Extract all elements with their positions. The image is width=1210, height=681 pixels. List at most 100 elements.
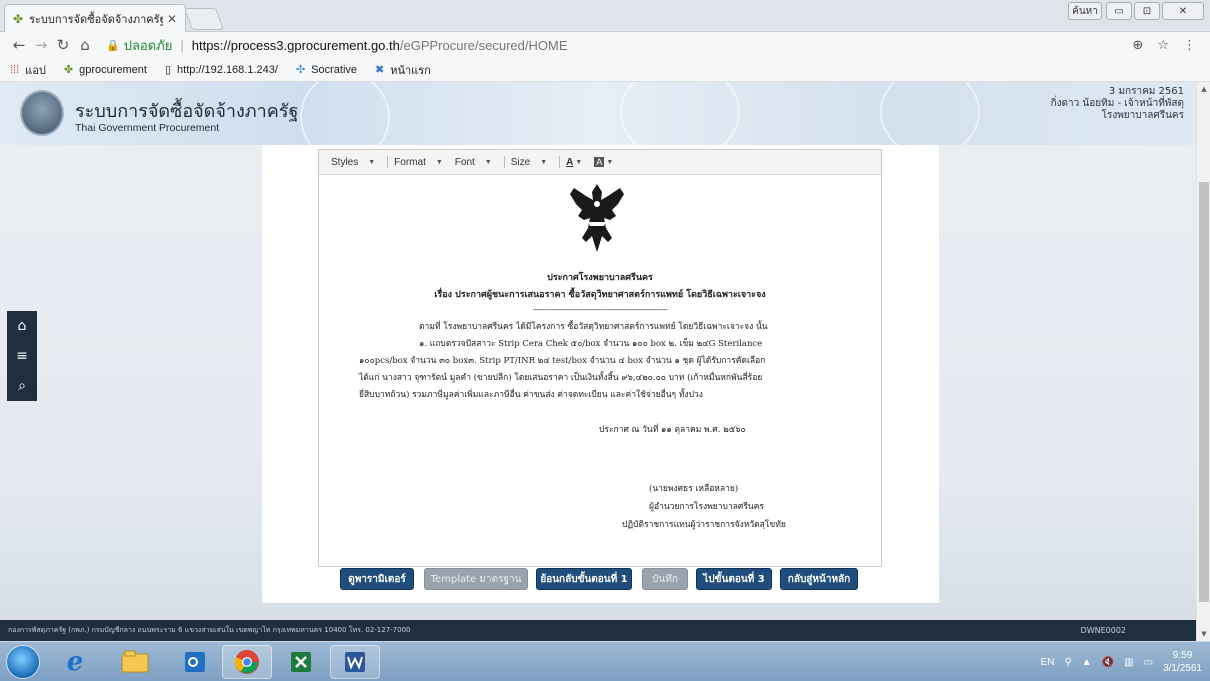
chevron-down-icon: ▼ — [484, 158, 492, 166]
bookmark-home[interactable]: ✖ หน้าแรก — [375, 61, 431, 79]
start-button[interactable] — [6, 645, 40, 679]
chevron-down-icon: ▼ — [575, 158, 583, 166]
paragraph-item-2: ๑๐๐pcs/box จำนวน ๓๐ box๓. Strip PT/INR ๒… — [359, 356, 766, 366]
internet-explorer-icon[interactable]: e — [50, 645, 100, 679]
new-tab-button[interactable] — [183, 8, 225, 30]
paragraph-winner: ได้แก่ นางสาว จุฑารัตน์ มูลคำ (ขายปลีก) … — [359, 373, 763, 383]
toolbar-divider — [387, 156, 389, 168]
system-title: ระบบการจัดซื้อจัดจ้างภาครัฐ — [75, 101, 299, 121]
bookmark-gprocurement[interactable]: ✤ gprocurement — [63, 63, 147, 77]
input-language[interactable]: EN — [1041, 657, 1055, 668]
volume-muted-icon[interactable]: 🔇 — [1102, 657, 1114, 668]
forward-arrow-icon[interactable]: → — [30, 36, 52, 54]
menu-icon: ≡ — [16, 348, 28, 364]
system-subtitle: Thai Government Procurement — [75, 122, 220, 134]
sidebar-menu-button[interactable]: ≡ — [7, 341, 37, 371]
back-arrow-icon[interactable]: ← — [8, 36, 30, 54]
bookmark-star-icon[interactable]: ☆ — [1157, 38, 1169, 53]
network-icon[interactable]: ▥ — [1124, 657, 1133, 668]
size-label: Size — [510, 156, 531, 168]
web-page: ระบบการจัดซื้อจัดจ้างภาครัฐ Thai Governm… — [0, 82, 1196, 630]
scroll-up-icon[interactable]: ▲ — [1197, 82, 1210, 96]
save-button[interactable]: บันทึก — [642, 568, 688, 590]
scroll-down-icon[interactable]: ▼ — [1197, 627, 1210, 641]
chevron-down-icon: ▼ — [435, 158, 443, 166]
bookmark-label: แอป — [25, 64, 46, 77]
go-to-step-3-button[interactable]: ไปขั้นตอนที่ 3 — [696, 568, 772, 590]
bookmarks-bar: ⁞⁞⁞ แอป ✤ gprocurement ▯ http://192.168.… — [0, 58, 1210, 82]
sidebar-search-button[interactable]: ⌕ — [7, 371, 37, 401]
styles-dropdown[interactable]: Styles ▼ — [331, 157, 381, 168]
bookmark-label: gprocurement — [79, 63, 147, 76]
minimize-button[interactable]: ▭ — [1106, 2, 1132, 20]
keyboard-icon[interactable]: ⚲ — [1064, 657, 1071, 668]
background-color-button[interactable]: A ▼ — [594, 157, 619, 167]
styles-label: Styles — [331, 156, 359, 168]
close-tab-icon[interactable]: ✕ — [167, 12, 177, 26]
home-icon: ⌂ — [17, 318, 27, 334]
editor-document[interactable]: ประกาศโรงพยาบาลศรีนคร เรื่อง ประกาศผู้ชน… — [319, 176, 881, 566]
page-scrollbar[interactable]: ▲ ▼ — [1196, 82, 1210, 641]
lock-icon: 🔒 — [106, 39, 120, 52]
background-color-icon: A — [594, 157, 605, 167]
bookmark-label: http://192.168.1.243/ — [177, 63, 278, 76]
announcement-editor[interactable]: Styles ▼ Format ▼ Font ▼ Size ▼ A ▼ A ▼ … — [318, 149, 882, 567]
secure-label: ปลอดภัย — [123, 37, 173, 53]
font-dropdown[interactable]: Font ▼ — [455, 157, 498, 168]
clock-date: 3/1/2561 — [1163, 663, 1202, 674]
url-path: /eGPProcure/secured/HOME — [399, 37, 568, 53]
windows-taskbar: e EN ⚲ ▲ 🔇 ▥ ▭ 9:59 3/1/2561 — [0, 641, 1210, 681]
browser-tab[interactable]: ✤ ระบบการจัดซื้อจัดจ้างภาครัฐ ✕ — [4, 4, 186, 32]
maximize-button[interactable]: ⊡ — [1134, 2, 1160, 20]
user-info: 3 มกราคม 2561 กิ่งดาว น้อยทิม - เจ้าหน้า… — [1051, 86, 1184, 122]
apps-grid-icon: ⁞⁞⁞ — [10, 63, 20, 76]
home-x-icon: ✖ — [375, 64, 385, 76]
zoom-icon[interactable]: ⊕ — [1132, 38, 1143, 53]
chevron-down-icon: ▼ — [368, 158, 376, 166]
gprocurement-icon: ✤ — [63, 64, 74, 76]
clock-time: 9:59 — [1172, 650, 1193, 661]
bookmark-socrative[interactable]: ✣ Socrative — [295, 63, 358, 77]
toolbar-divider — [559, 156, 561, 168]
show-hidden-icons-icon[interactable]: ▲ — [1082, 657, 1092, 668]
scroll-thumb[interactable] — [1199, 182, 1209, 602]
outlook-icon[interactable] — [170, 645, 220, 679]
comptroller-logo — [20, 90, 64, 136]
browser-menu-icon[interactable]: ⋮ — [1183, 38, 1196, 53]
home-icon[interactable]: ⌂ — [74, 36, 96, 54]
user-name: กิ่งดาว น้อยทิม - เจ้าหน้าที่พัสดุ — [1050, 98, 1184, 109]
back-to-home-button[interactable]: กลับสู่หน้าหลัก — [780, 568, 858, 590]
chrome-icon[interactable] — [222, 645, 272, 679]
paragraph-intro: ตามที่ โรงพยาบาลศรีนคร ได้มีโครงการ ซื้อ… — [419, 322, 768, 332]
word-icon[interactable] — [330, 645, 380, 679]
browser-titlebar: ✤ ระบบการจัดซื้อจัดจ้างภาครัฐ ✕ ค้นหา ▭ … — [0, 0, 1210, 32]
reload-icon[interactable]: ↻ — [52, 36, 74, 54]
organization-name: โรงพยาบาลศรีนคร — [1101, 110, 1184, 121]
file-explorer-icon[interactable] — [110, 645, 160, 679]
bookmark-apps[interactable]: ⁞⁞⁞ แอป — [10, 61, 46, 79]
window-search-button[interactable]: ค้นหา — [1068, 2, 1102, 20]
url-separator: | — [180, 37, 184, 53]
toolbar-divider — [503, 156, 505, 168]
bookmark-local-ip[interactable]: ▯ http://192.168.1.243/ — [165, 63, 278, 77]
sidebar-home-button[interactable]: ⌂ — [7, 311, 37, 341]
text-color-button[interactable]: A ▼ — [566, 157, 588, 168]
format-dropdown[interactable]: Format ▼ — [394, 157, 449, 168]
format-label: Format — [394, 156, 426, 168]
taskbar-clock[interactable]: 9:59 3/1/2561 — [1163, 649, 1202, 675]
font-label: Font — [454, 156, 475, 168]
back-to-step-1-button[interactable]: ย้อนกลับขั้นตอนที่ 1 — [536, 568, 632, 590]
url-field[interactable]: 🔒 ปลอดภัย | https://process3.gprocuremen… — [106, 35, 1132, 56]
view-parameters-button[interactable]: ดูพารามิเตอร์ — [340, 568, 414, 590]
url-host: https://process3.gprocurement.go.th — [191, 37, 400, 53]
garuda-emblem-icon — [570, 184, 624, 252]
paragraph-item-1: ๑. แถบตรวจปัสสาวะ Strip Cera Chek ๕๐/box… — [419, 339, 763, 349]
tab-title: ระบบการจัดซื้อจัดจ้างภาครัฐ — [29, 12, 163, 26]
socrative-icon: ✣ — [295, 64, 306, 76]
size-dropdown[interactable]: Size ▼ — [511, 157, 553, 168]
excel-icon[interactable] — [276, 645, 326, 679]
close-window-button[interactable]: ✕ — [1162, 2, 1204, 20]
bookmark-label: Socrative — [311, 63, 358, 76]
action-center-icon[interactable]: ▭ — [1144, 657, 1153, 668]
standard-template-button[interactable]: Template มาตรฐาน — [424, 568, 528, 590]
